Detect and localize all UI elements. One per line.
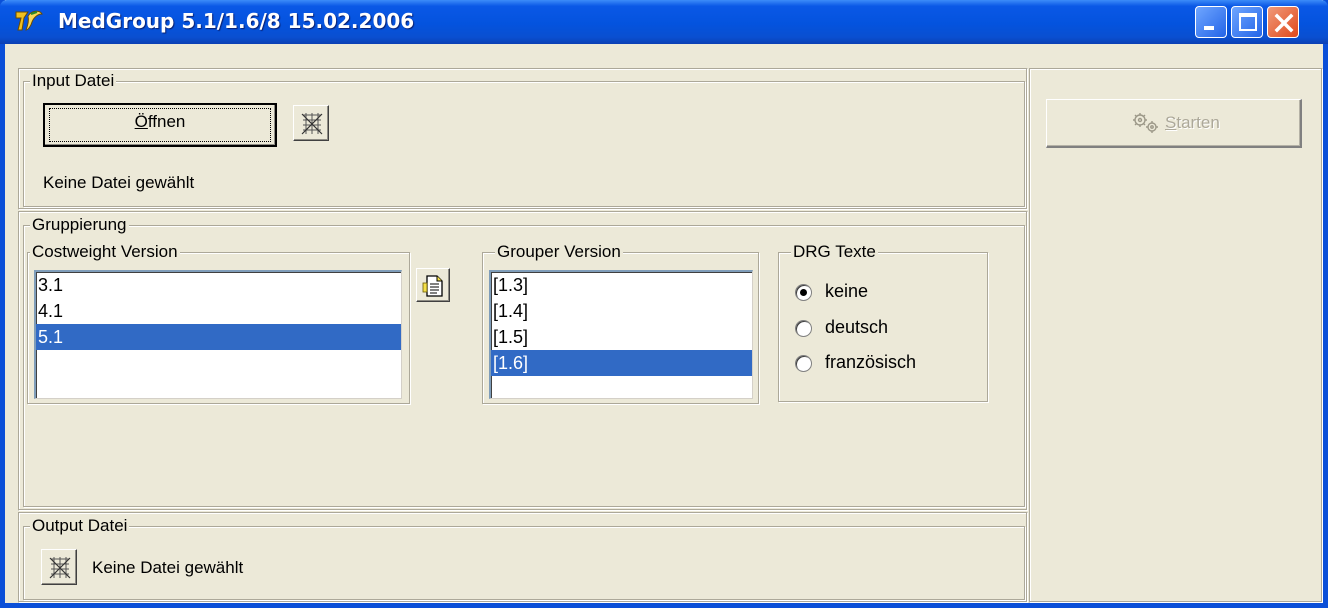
radio-label: französisch [825,352,917,372]
list-item-selected[interactable]: 5.1 [36,324,401,350]
maximize-button[interactable] [1231,6,1263,38]
output-file-group: Output Datei Keine Datei gewählt [23,515,1025,600]
drg-texts-group: DRG Texte keine deutsch französisch [778,241,988,402]
maximize-icon [1239,13,1257,31]
input-panel: Input Datei Öffnen Keine Datei gewählt [18,68,1028,210]
drg-texts-legend: DRG Texte [791,241,878,263]
input-file-group: Input Datei Öffnen Keine Datei gewählt [23,70,1025,207]
window-title: MedGroup 5.1/1.6/8 15.02.2006 [58,9,415,33]
radio-button[interactable] [795,355,812,372]
output-panel: Output Datei Keine Datei gewählt [18,512,1028,603]
input-file-status: Keine Datei gewählt [43,173,195,192]
radio-label: keine [825,281,869,301]
start-button-label: Starten [1165,113,1220,133]
close-icon [1274,13,1294,33]
mnemonic-char: Ö [134,112,148,131]
open-file-button[interactable]: Öffnen [43,103,277,147]
costweight-legend: Costweight Version [30,241,180,263]
minimize-icon [1204,26,1214,30]
open-file-button-text: ffnen [147,112,186,131]
grouper-listbox[interactable]: [1.3] [1.4] [1.5] [1.6] [489,270,753,399]
radio-dot [800,289,807,296]
list-item[interactable]: [1.5] [491,324,752,350]
clear-input-button[interactable] [293,105,329,141]
list-item[interactable]: [1.4] [491,298,752,324]
mnemonic-char: S [1165,113,1177,132]
costweight-group: Costweight Version 3.1 4.1 5.1 [27,241,410,404]
start-button[interactable]: Starten [1046,99,1302,148]
document-icon [422,275,443,297]
open-file-button-label: Öffnen [45,112,275,132]
choose-output-button[interactable] [41,549,77,585]
input-file-legend: Input Datei [30,70,117,92]
title-bar[interactable]: MedGroup 5.1/1.6/8 15.02.2006 [0,0,1328,44]
copy-version-button[interactable] [416,268,450,302]
output-file-legend: Output Datei [30,515,130,537]
grid-network-icon [301,113,323,135]
grid-network-icon [49,557,71,579]
radio-label: deutsch [825,317,889,337]
output-file-status: Keine Datei gewählt [92,558,244,577]
app-window: MedGroup 5.1/1.6/8 15.02.2006 Input Date… [0,0,1328,608]
radio-button[interactable] [795,320,812,337]
grouping-panel: Gruppierung Costweight Version 3.1 4.1 5… [18,211,1028,511]
minimize-button[interactable] [1195,6,1227,38]
gears-icon [1133,113,1158,133]
list-item[interactable]: [1.3] [491,272,752,298]
grouping-legend: Gruppierung [30,214,129,236]
list-item[interactable]: 3.1 [36,272,401,298]
list-item-selected[interactable]: [1.6] [491,350,752,376]
list-item[interactable]: 4.1 [36,298,401,324]
app-logo-icon [15,10,43,31]
close-button[interactable] [1267,6,1299,38]
actions-panel [1029,68,1323,603]
grouper-group: Grouper Version [1.3] [1.4] [1.5] [1.6] [482,241,759,404]
start-button-text: tarten [1176,113,1220,132]
radio-button[interactable] [795,284,812,301]
grouping-group: Gruppierung Costweight Version 3.1 4.1 5… [23,214,1025,507]
grouper-legend: Grouper Version [495,241,623,263]
costweight-listbox[interactable]: 3.1 4.1 5.1 [34,270,402,399]
